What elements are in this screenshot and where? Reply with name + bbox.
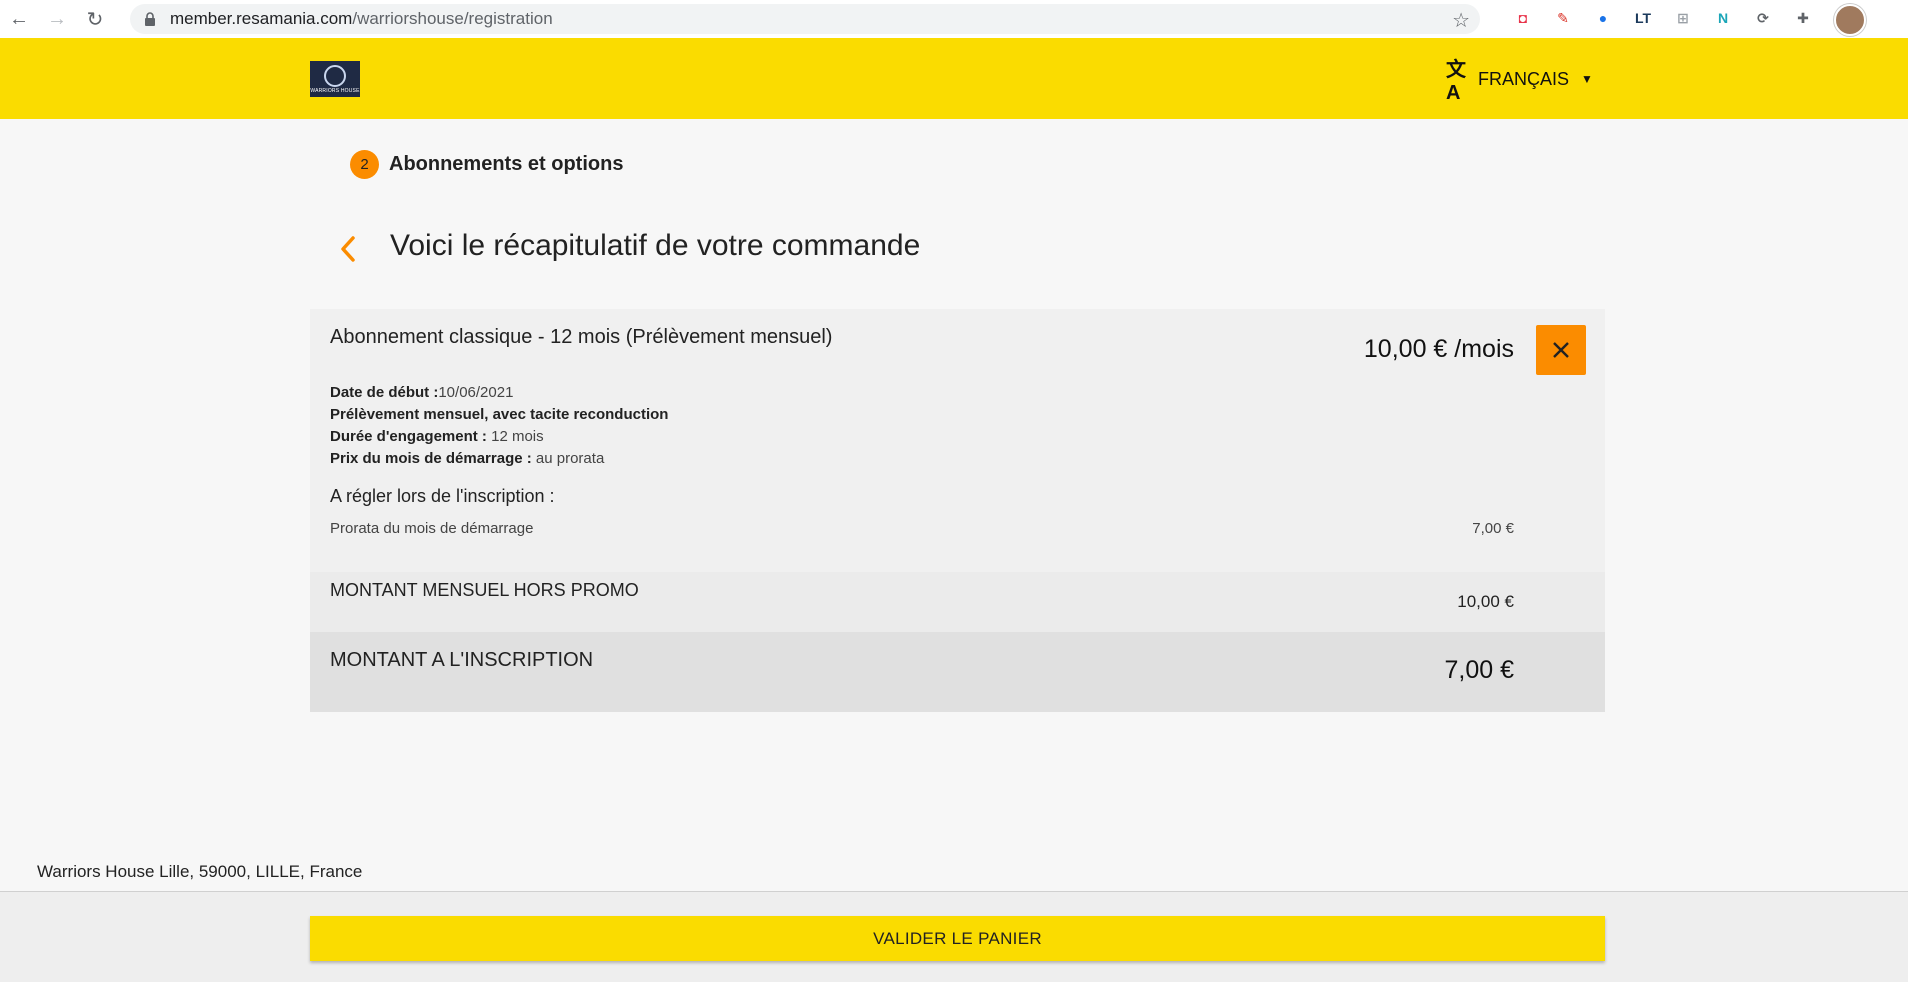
reload-icon[interactable]: ↻ [76,0,114,38]
engagement-value: 12 mois [486,428,544,445]
profile-avatar[interactable] [1834,4,1866,36]
registration-total-label: MONTANT A L'INSCRIPTION [330,649,594,671]
page-title: Voici le récapitulatif de votre commande [390,229,921,262]
subscription-item: Abonnement classique - 12 mois (Prélèvem… [310,309,1605,572]
item-details: Date de début :10/06/2021 Prélèvement me… [330,382,668,470]
back-button[interactable] [332,230,364,268]
close-icon [1553,342,1569,358]
start-price-line: Prix du mois de démarrage : au prorata [330,448,668,470]
chevron-left-icon [341,236,355,262]
url-host: member.resamania.com [170,9,353,28]
monthly-amount-label: MONTANT MENSUEL HORS PROMO [330,580,639,600]
start-date-value: 10/06/2021 [438,384,514,401]
order-summary-card: Abonnement classique - 12 mois (Prélèvem… [310,309,1605,712]
bird-icon[interactable]: ● [1590,5,1616,31]
monthly-amount-value: 10,00 € [1457,592,1514,611]
step-number-badge: 2 [350,150,379,179]
engagement-label: Durée d'engagement : [330,428,487,445]
address-bar[interactable]: member.resamania.com/warriorshouse/regis… [130,4,1480,34]
due-at-registration-title: A régler lors de l'inscription : [330,486,555,506]
monthly-amount-row: MONTANT MENSUEL HORS PROMO 10,00 € [310,572,1605,632]
logo-text: WARRIORS HOUSE [310,87,360,94]
app-header: WARRIORS HOUSE 文A FRANÇAIS ▼ [0,38,1908,119]
lock-icon [144,12,156,26]
start-price-value: au prorata [531,450,605,467]
step-label: Abonnements et options [389,153,624,175]
back-arrow-icon[interactable]: ← [0,0,38,38]
extensions-strip: ◘ ✎ ● LT ⊞ N ⟳ ✚ [1510,5,1816,31]
translate-icon: 文A [1446,59,1466,104]
club-address: Warriors House Lille, 59000, LILLE, Fran… [37,862,363,881]
bookmark-star-icon[interactable]: ☆ [1452,8,1470,33]
validate-cart-button[interactable]: VALIDER LE PANIER [310,916,1605,961]
clipboard-icon[interactable]: ⊞ [1670,5,1696,31]
item-title: Abonnement classique - 12 mois (Prélèvem… [330,326,833,348]
prorata-value: 7,00 € [1472,520,1514,537]
item-price: 10,00 € /mois [1363,335,1514,363]
pocket-icon[interactable]: ◘ [1510,5,1536,31]
avatar [1834,4,1866,36]
step-indicator: 2 Abonnements et options [350,150,623,179]
remove-item-button[interactable] [1536,325,1586,375]
start-date-label: Date de début : [330,384,439,401]
pen-icon[interactable]: ✎ [1550,5,1576,31]
start-date-line: Date de début :10/06/2021 [330,382,668,404]
warriors-house-logo[interactable]: WARRIORS HOUSE [310,61,360,97]
url-text: member.resamania.com/warriorshouse/regis… [170,9,553,29]
puzzle-icon[interactable]: ✚ [1790,5,1816,31]
registration-total-value: 7,00 € [1444,656,1514,684]
language-label: FRANÇAIS [1478,68,1570,89]
logo-emblem-icon [324,64,346,87]
prorata-label: Prorata du mois de démarrage [330,520,534,537]
footer-bar: VALIDER LE PANIER [0,891,1908,982]
languagetool-icon[interactable]: LT [1630,5,1656,31]
registration-total-row: MONTANT A L'INSCRIPTION 7,00 € [310,632,1605,712]
sync-icon[interactable]: ⟳ [1750,5,1776,31]
language-selector[interactable]: 文A FRANÇAIS ▼ [1446,59,1593,104]
engagement-line: Durée d'engagement : 12 mois [330,426,668,448]
payment-mode-line: Prélèvement mensuel, avec tacite recondu… [330,406,669,423]
start-price-label: Prix du mois de démarrage : [330,450,532,467]
browser-toolbar: ← → ↻ member.resamania.com/warriorshouse… [0,0,1908,39]
forward-arrow-icon[interactable]: → [38,0,76,38]
url-path: /warriorshouse/registration [352,9,553,28]
caret-down-icon: ▼ [1581,72,1593,86]
n-icon[interactable]: N [1710,5,1736,31]
